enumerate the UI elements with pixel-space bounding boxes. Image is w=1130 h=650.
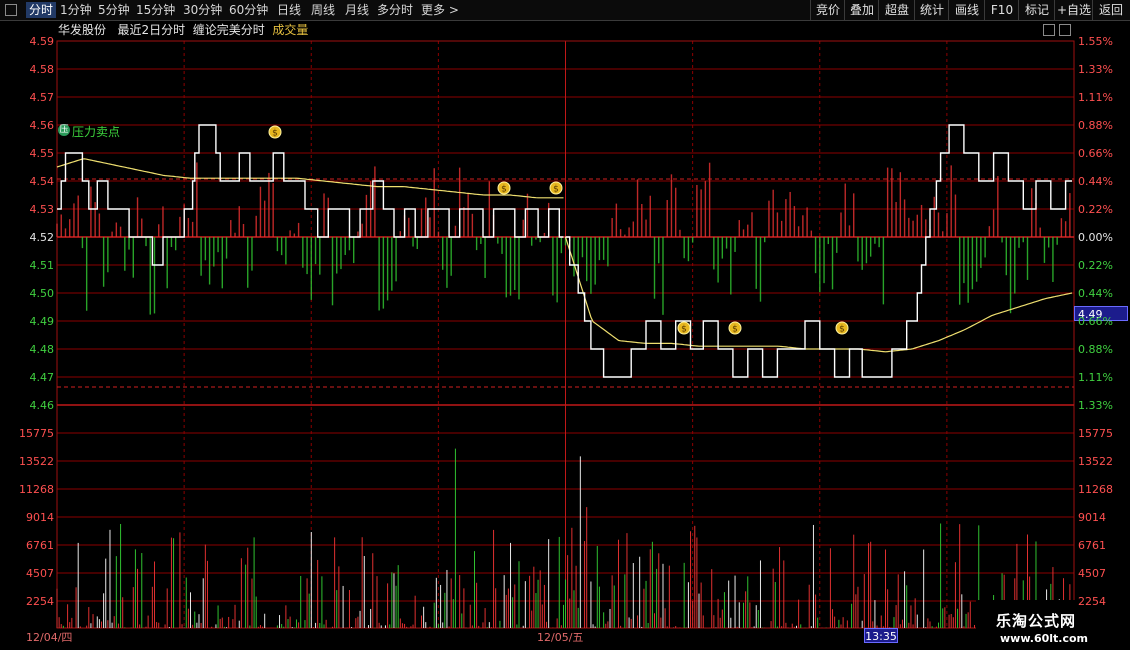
price-tick: 4.55 xyxy=(29,147,55,160)
price-tick: 4.58 xyxy=(29,63,55,76)
price-tick: 4.49 xyxy=(29,315,55,328)
percent-tick: 0.22% xyxy=(1078,203,1113,216)
price-tick: 4.48 xyxy=(29,343,55,356)
price-tick: 4.47 xyxy=(29,371,55,384)
percent-tick: 0.88% xyxy=(1078,119,1113,132)
percent-tick: 0.44% xyxy=(1078,175,1113,188)
volume-tick: 9014 xyxy=(26,511,54,524)
price-tick: 4.56 xyxy=(29,119,55,132)
watermark-url: www.60lt.com xyxy=(1000,632,1089,645)
price-line xyxy=(565,124,1072,378)
money-bag-glyph: $ xyxy=(272,129,278,139)
money-bag-glyph: $ xyxy=(681,325,687,335)
average-price-line xyxy=(564,236,1073,353)
volume-tick: 2254 xyxy=(1078,595,1106,608)
price-tick: 4.53 xyxy=(29,203,55,216)
date-label-day2: 12/05/五 xyxy=(537,631,584,644)
volume-tick: 6761 xyxy=(1078,539,1106,552)
percent-tick: 1.11% xyxy=(1078,371,1113,384)
volume-tick: 2254 xyxy=(26,595,54,608)
volume-tick: 15775 xyxy=(19,427,54,440)
money-bag-glyph: $ xyxy=(732,325,738,335)
date-label-day1: 12/04/四 xyxy=(26,631,73,644)
percent-tick: 0.66% xyxy=(1078,147,1113,160)
volume-tick: 4507 xyxy=(1078,567,1106,580)
price-tick: 4.52 xyxy=(29,231,55,244)
price-tick: 4.50 xyxy=(29,287,55,300)
pressure-sell-icon: 压 xyxy=(58,124,70,136)
money-bag-glyph: $ xyxy=(839,325,845,335)
percent-tick: 1.55% xyxy=(1078,35,1113,48)
percent-tick: 0.88% xyxy=(1078,343,1113,356)
volume-tick: 11268 xyxy=(1078,483,1113,496)
average-price-line xyxy=(56,158,564,199)
percent-tick: 1.33% xyxy=(1078,63,1113,76)
volume-tick: 9014 xyxy=(1078,511,1106,524)
price-tick: 4.54 xyxy=(29,175,55,188)
percent-tick: 1.33% xyxy=(1078,399,1113,412)
volume-tick: 15775 xyxy=(1078,427,1113,440)
volume-tick: 6761 xyxy=(26,539,54,552)
percent-tick: 0.44% xyxy=(1078,287,1113,300)
volume-tick: 11268 xyxy=(19,483,54,496)
timeshare-chart[interactable]: $ $ $ $ $ $ xyxy=(0,0,1130,650)
money-bag-glyph: $ xyxy=(501,185,507,195)
percent-tick: 0.66% xyxy=(1078,315,1113,328)
watermark-title: 乐淘公式网 xyxy=(996,612,1077,630)
volume-tick: 13522 xyxy=(19,455,54,468)
price-tick: 4.46 xyxy=(29,399,55,412)
percent-tick: 0.00% xyxy=(1078,231,1113,244)
pressure-sell-note: 压力卖点 xyxy=(72,125,121,139)
volume-tick: 13522 xyxy=(1078,455,1113,468)
percent-tick: 1.11% xyxy=(1078,91,1113,104)
percent-tick: 0.22% xyxy=(1078,259,1113,272)
price-tick: 4.51 xyxy=(29,259,55,272)
price-tick: 4.57 xyxy=(29,91,55,104)
volume-tick: 4507 xyxy=(26,567,54,580)
cursor-time-tag: 13:35 xyxy=(864,628,898,643)
price-tick: 4.59 xyxy=(29,35,55,48)
money-bag-glyph: $ xyxy=(553,185,559,195)
